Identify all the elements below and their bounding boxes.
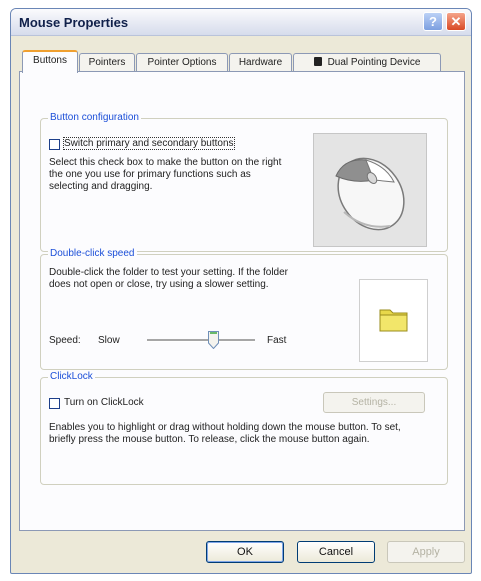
- tab-label: Hardware: [238, 57, 283, 68]
- fast-label: Fast: [267, 335, 287, 346]
- speed-label: Speed:: [49, 335, 81, 346]
- mouse-illustration-icon: [335, 157, 405, 231]
- mouse-image-box: [313, 133, 427, 247]
- tab-label: Dual Pointing Device: [327, 57, 421, 68]
- tab-buttons[interactable]: Buttons: [22, 50, 78, 73]
- clicklock-label[interactable]: Turn on ClickLock: [64, 397, 144, 408]
- tab-pointer-options[interactable]: Pointer Options: [136, 53, 228, 71]
- help-button[interactable]: ?: [423, 12, 443, 31]
- double-click-speed-description: Double-click the folder to test your set…: [49, 267, 289, 290]
- double-click-speed-legend: Double-click speed: [48, 248, 137, 259]
- device-icon: [313, 57, 322, 66]
- cancel-button[interactable]: Cancel: [297, 541, 375, 563]
- window-title: Mouse Properties: [19, 15, 129, 30]
- button-configuration-description: Select this check box to make the button…: [49, 157, 282, 192]
- tab-pointers[interactable]: Pointers: [79, 53, 135, 71]
- tab-label: Pointer Options: [147, 57, 217, 68]
- tab-dual-pointing-device[interactable]: Dual Pointing Device: [293, 53, 441, 71]
- tab-hardware[interactable]: Hardware: [229, 53, 292, 71]
- button-configuration-legend: Button configuration: [48, 112, 141, 123]
- speed-slider-track[interactable]: [147, 339, 255, 342]
- close-button[interactable]: ✕: [446, 12, 466, 31]
- buttons-tab-panel: Button configuration Switch primary and …: [19, 71, 465, 531]
- slow-label: Slow: [98, 335, 120, 346]
- title-bar[interactable]: Mouse Properties ? ✕: [11, 9, 471, 36]
- folder-icon[interactable]: [360, 280, 427, 361]
- clicklock-checkbox[interactable]: [49, 398, 60, 409]
- clicklock-group: ClickLock Turn on ClickLock Settings... …: [40, 371, 448, 485]
- tab-strip: Buttons Pointers Pointer Options Hardwar…: [19, 50, 465, 73]
- apply-button[interactable]: Apply: [387, 541, 465, 563]
- test-folder-area[interactable]: [359, 279, 428, 362]
- clicklock-description: Enables you to highlight or drag without…: [49, 422, 401, 445]
- clicklock-legend: ClickLock: [48, 371, 95, 382]
- tab-label: Buttons: [33, 55, 67, 66]
- ok-button[interactable]: OK: [206, 541, 284, 563]
- tab-label: Pointers: [88, 57, 126, 68]
- button-configuration-group: Button configuration Switch primary and …: [40, 112, 448, 252]
- switch-buttons-label[interactable]: Switch primary and secondary buttons: [63, 137, 235, 150]
- double-click-speed-group: Double-click speed Double-click the fold…: [40, 248, 448, 370]
- clicklock-settings-button[interactable]: Settings...: [323, 392, 425, 413]
- mouse-properties-window: Mouse Properties ? ✕ Buttons Pointers Po…: [10, 8, 472, 574]
- switch-buttons-checkbox[interactable]: [49, 139, 60, 150]
- speed-slider-thumb[interactable]: [208, 331, 220, 349]
